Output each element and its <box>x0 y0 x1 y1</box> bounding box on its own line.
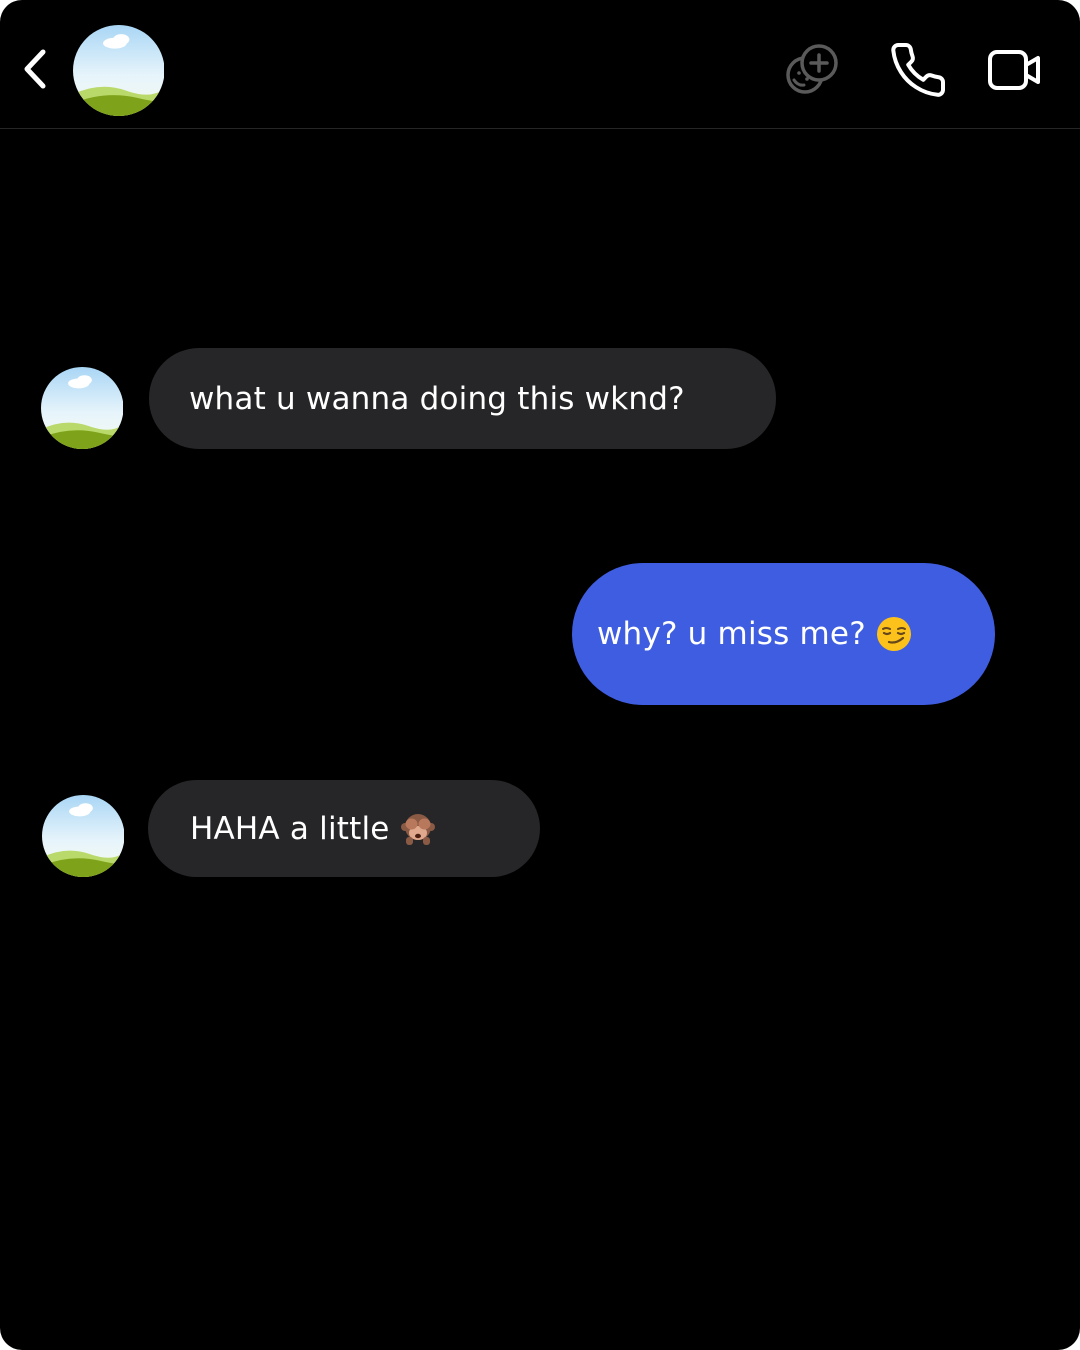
chat-header <box>0 0 1080 129</box>
avatar-image <box>41 367 123 449</box>
message-bubble[interactable]: what u wanna doing this wknd? <box>149 348 776 449</box>
sender-avatar[interactable] <box>41 367 123 449</box>
avatar-image <box>73 25 164 116</box>
message-text: why? u miss me? <box>597 616 866 652</box>
message-text: HAHA a little <box>190 810 390 847</box>
video-camera-icon <box>988 50 1040 90</box>
avatar-image <box>42 795 124 877</box>
sender-avatar[interactable] <box>42 795 124 877</box>
effects-button[interactable] <box>780 38 844 102</box>
message-bubble[interactable]: HAHA a little <box>148 780 540 877</box>
message-text: what u wanna doing this wknd? <box>189 380 685 417</box>
smirking-face-icon <box>876 617 911 651</box>
video-call-button[interactable] <box>982 40 1048 100</box>
voice-call-button[interactable] <box>884 36 952 104</box>
contact-avatar[interactable] <box>73 25 164 116</box>
back-button[interactable] <box>14 44 54 94</box>
chat-screen: what u wanna doing this wknd? why? u mis… <box>0 0 1080 1350</box>
phone-icon <box>891 43 946 97</box>
face-sparkle-icon <box>786 44 838 94</box>
message-bubble[interactable]: why? u miss me? <box>572 563 995 705</box>
see-no-evil-monkey-icon <box>400 813 435 845</box>
chevron-left-icon <box>24 49 46 89</box>
